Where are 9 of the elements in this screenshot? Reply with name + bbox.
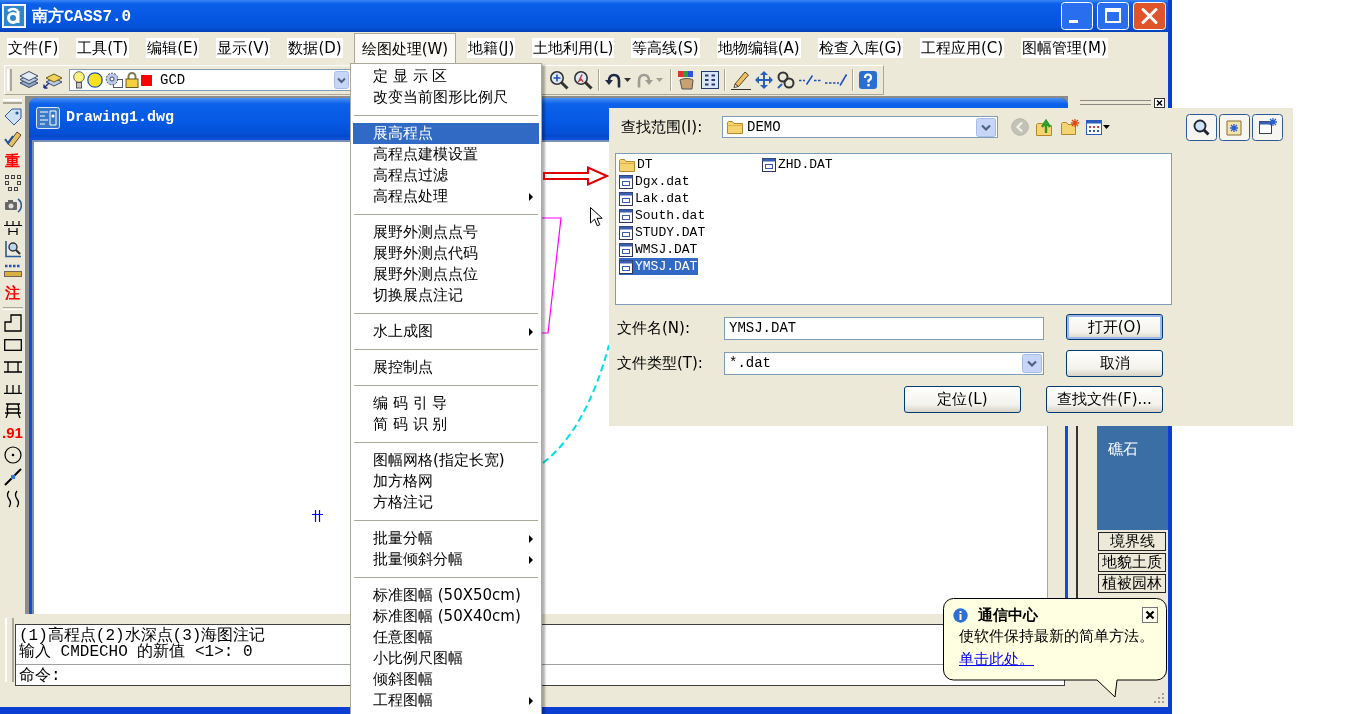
command-history-line: 输入 CMDECHO 的新值 <1>: 0 [19, 644, 253, 660]
notification-message: 使软件保持最新的简单方法。 [959, 628, 1155, 645]
file-name-label: 文件名(N): [617, 318, 691, 338]
file-type-label: 文件类型(T): [617, 353, 704, 373]
drawing-title: Drawing1.dwg [66, 109, 175, 126]
notification-title: 通信中心 [978, 605, 1038, 625]
look-in-label: 查找范围(I): [620, 117, 704, 137]
window-title: 南方CASS7.0 [32, 6, 132, 27]
command-prompt: 命令: [19, 665, 61, 686]
